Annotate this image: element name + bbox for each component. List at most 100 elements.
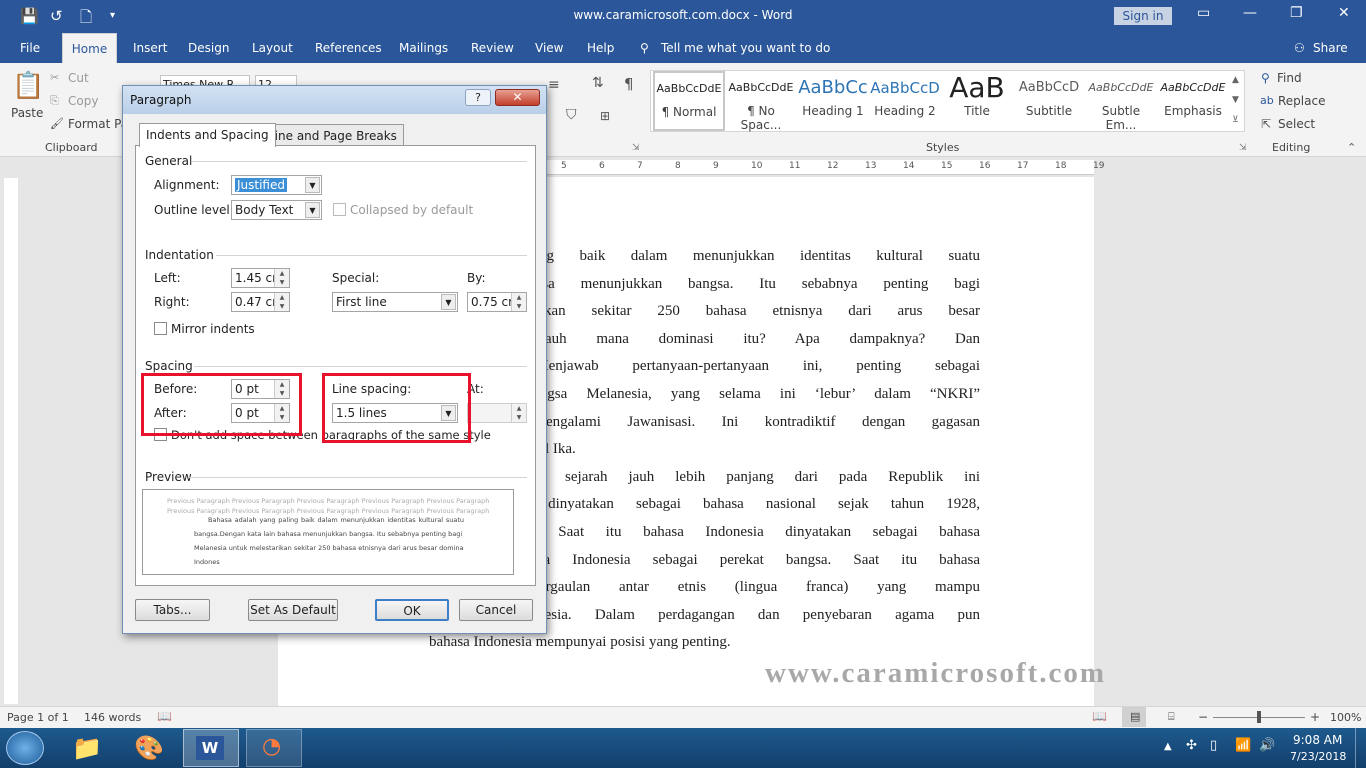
select-button[interactable]: Select: [1278, 117, 1315, 131]
start-button[interactable]: [6, 731, 44, 765]
preview-sample-line: Melanesia untuk melestarikan sekitar 250…: [194, 544, 464, 552]
cut-icon[interactable]: ✂: [50, 71, 59, 84]
format-painter-button[interactable]: Format Pa: [68, 117, 128, 131]
mirror-indents-checkbox[interactable]: [154, 322, 167, 335]
dialog-close-button[interactable]: ✕: [495, 89, 540, 106]
read-mode-icon[interactable]: 📖: [1092, 709, 1107, 723]
minimize-icon[interactable]: —: [1243, 5, 1257, 21]
select-icon[interactable]: ⇱: [1261, 117, 1271, 131]
cut-button[interactable]: Cut: [68, 71, 89, 85]
style-heading-1[interactable]: AaBbCc Heading 1: [797, 72, 869, 130]
tab-home[interactable]: Home: [62, 33, 117, 64]
styles-more-icon[interactable]: ⊻: [1232, 115, 1239, 125]
word-count[interactable]: 146 words: [84, 711, 141, 724]
spinner-icon[interactable]: ▲ ▼: [274, 293, 289, 311]
style-subtitle[interactable]: AaBbCcD Subtitle: [1013, 72, 1085, 130]
zoom-percent[interactable]: 100%: [1330, 711, 1361, 724]
close-icon[interactable]: ✕: [1338, 5, 1350, 21]
zoom-slider-thumb[interactable]: [1257, 711, 1261, 723]
dialog-title-bar[interactable]: Paragraph ? ✕: [123, 86, 546, 114]
right-indent-input[interactable]: 0.47 cm ▲ ▼: [231, 292, 290, 312]
tab-references[interactable]: References: [315, 41, 382, 55]
zoom-out-icon[interactable]: −: [1198, 710, 1208, 724]
shading-icon[interactable]: ⛉: [566, 107, 577, 123]
paint-icon[interactable]: 🎨: [134, 734, 164, 762]
set-as-default-button[interactable]: Set As Default: [248, 599, 338, 621]
spinner-icon[interactable]: ▲ ▼: [274, 269, 289, 287]
styles-launcher-icon[interactable]: ⇲: [1239, 143, 1247, 153]
ribbon-display-icon[interactable]: ▭: [1197, 5, 1210, 21]
outline-level-select[interactable]: Body Text ▼: [231, 200, 322, 220]
tell-me-box[interactable]: Tell me what you want to do: [661, 41, 830, 55]
tray-app-icon[interactable]: ✣: [1186, 738, 1197, 753]
style-no-spacing[interactable]: AaBbCcDdE ¶ No Spac...: [725, 72, 797, 132]
show-desktop-button[interactable]: [1355, 728, 1366, 768]
tab-review[interactable]: Review: [471, 41, 514, 55]
at-input[interactable]: ▲ ▼: [467, 403, 527, 423]
replace-icon[interactable]: ab: [1260, 94, 1274, 107]
borders-icon[interactable]: ⊞: [600, 109, 610, 123]
document-line[interactable]: bahasa Indonesia mempunyai posisi yang p…: [429, 634, 980, 651]
replace-button[interactable]: Replace: [1278, 94, 1325, 108]
tab-view[interactable]: View: [535, 41, 563, 55]
proofing-icon[interactable]: 📖: [157, 709, 172, 723]
tray-device-icon[interactable]: ▯: [1210, 738, 1217, 753]
tab-line-and-page-breaks[interactable]: Line and Page Breaks: [261, 124, 404, 146]
spinner-icon[interactable]: ▲ ▼: [511, 404, 526, 422]
tab-file[interactable]: File: [20, 41, 40, 55]
ruler-number: 9: [713, 161, 719, 171]
tray-expand-icon[interactable]: ▲: [1164, 741, 1172, 752]
paste-button[interactable]: Paste: [11, 106, 43, 120]
style-preview: AaBbCcDdE: [728, 81, 794, 94]
tab-indents-and-spacing[interactable]: Indents and Spacing: [139, 123, 276, 147]
left-indent-input[interactable]: 1.45 cm ▲ ▼: [231, 268, 290, 288]
clock-time[interactable]: 9:08 AM: [1293, 733, 1342, 747]
file-explorer-icon[interactable]: 📁: [72, 734, 102, 762]
style-title[interactable]: AaB Title: [941, 72, 1013, 130]
alignment-select[interactable]: Justified ▼: [231, 175, 322, 195]
tab-insert[interactable]: Insert: [133, 41, 167, 55]
sort-icon[interactable]: ⇅: [592, 75, 604, 91]
spinner-icon[interactable]: ▲ ▼: [511, 293, 526, 311]
style-normal[interactable]: AaBbCcDdE ¶ Normal: [653, 71, 725, 131]
style-heading-2[interactable]: AaBbCcD Heading 2: [869, 72, 941, 130]
copy-button[interactable]: Copy: [68, 94, 98, 108]
copy-icon[interactable]: ⎘: [50, 94, 59, 108]
vertical-ruler[interactable]: [4, 178, 18, 704]
show-formatting-icon[interactable]: ¶: [624, 75, 634, 93]
left-indent-label: Left:: [154, 271, 181, 285]
find-icon[interactable]: ⚲: [1261, 71, 1270, 85]
clock-date[interactable]: 7/23/2018: [1290, 750, 1346, 763]
zoom-in-icon[interactable]: +: [1310, 710, 1320, 724]
sign-in-button[interactable]: Sign in: [1114, 7, 1172, 25]
special-select[interactable]: First line ▼: [332, 292, 458, 312]
maximize-icon[interactable]: ❐: [1290, 5, 1303, 21]
styles-scroll-down-icon[interactable]: ▼: [1232, 95, 1239, 105]
help-button[interactable]: ?: [465, 89, 491, 106]
volume-icon[interactable]: 🔊: [1259, 738, 1275, 753]
ruler-number: 17: [1017, 161, 1029, 171]
styles-scroll-up-icon[interactable]: ▲: [1232, 75, 1239, 85]
collapsed-checkbox[interactable]: [333, 203, 346, 216]
tabs-button[interactable]: Tabs...: [135, 599, 210, 621]
paste-icon[interactable]: 📋: [12, 71, 44, 101]
style-preview: AaBbCcDdE: [1160, 81, 1226, 94]
collapse-ribbon-icon[interactable]: ⌃: [1347, 141, 1356, 154]
paragraph-launcher-icon[interactable]: ⇲: [632, 143, 640, 153]
by-input[interactable]: 0.75 cm ▲ ▼: [467, 292, 527, 312]
ok-button[interactable]: OK: [375, 599, 449, 621]
style-subtle-emphasis[interactable]: AaBbCcDdE Subtle Em...: [1085, 72, 1157, 132]
tab-design[interactable]: Design: [188, 41, 229, 55]
tab-mailings[interactable]: Mailings: [399, 41, 448, 55]
align-icon[interactable]: ≡: [548, 77, 560, 93]
share-button[interactable]: Share: [1313, 41, 1348, 55]
cancel-button[interactable]: Cancel: [459, 599, 533, 621]
network-icon[interactable]: 📶: [1235, 738, 1251, 753]
find-button[interactable]: Find: [1277, 71, 1302, 85]
style-emphasis[interactable]: AaBbCcDdE Emphasis: [1157, 72, 1229, 130]
tab-help[interactable]: Help: [587, 41, 614, 55]
web-layout-icon[interactable]: ⌸: [1168, 710, 1175, 724]
format-painter-icon[interactable]: 🖌: [50, 117, 64, 130]
page-count[interactable]: Page 1 of 1: [7, 711, 69, 724]
tab-layout[interactable]: Layout: [252, 41, 293, 55]
